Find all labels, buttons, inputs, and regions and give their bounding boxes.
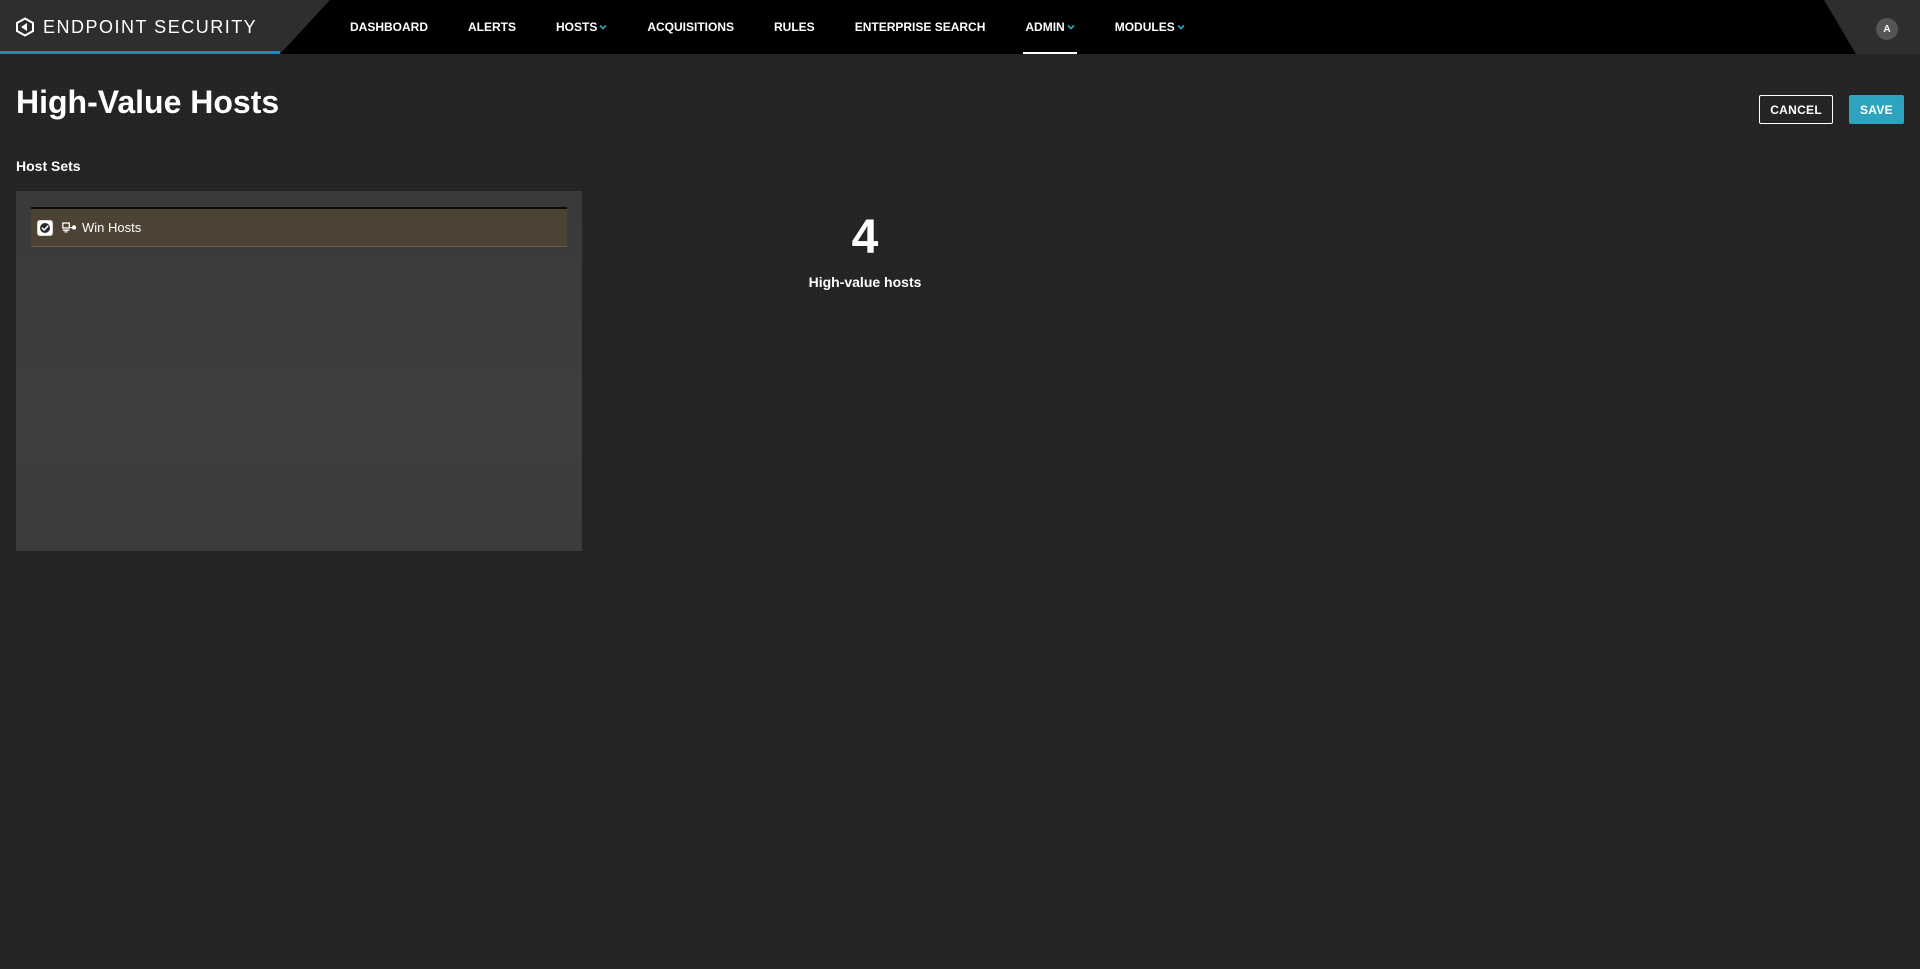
nav-item-modules[interactable]: MODULES: [1095, 0, 1205, 54]
nav-item-admin[interactable]: ADMIN: [1005, 0, 1094, 54]
host-set-label: Win Hosts: [82, 220, 142, 235]
nav-item-enterprise-search[interactable]: ENTERPRISE SEARCH: [835, 0, 1006, 54]
host-sets-panel: Win Hosts: [16, 191, 582, 551]
save-button[interactable]: SAVE: [1849, 95, 1904, 124]
list-item[interactable]: Win Hosts: [31, 207, 567, 247]
chevron-down-icon: [1177, 23, 1185, 31]
brand-title: ENDPOINT SECURITY: [43, 16, 258, 37]
page-title: High-Value Hosts: [16, 84, 280, 120]
avatar[interactable]: A: [1876, 18, 1898, 40]
nav-item-hosts[interactable]: HOSTS: [536, 0, 627, 54]
brand-logo[interactable]: ENDPOINT SECURITY: [15, 14, 257, 40]
cancel-button[interactable]: CANCEL: [1759, 95, 1833, 124]
host-set-icon: [62, 221, 78, 234]
nav-item-label: ADMIN: [1025, 20, 1065, 34]
nav-item-label: ACQUISITIONS: [647, 20, 735, 34]
nav-item-label: RULES: [774, 20, 815, 34]
host-sets-label: Host Sets: [16, 158, 81, 174]
host-set-checkbox[interactable]: [37, 219, 53, 236]
main-nav: DASHBOARD ALERTS HOSTS ACQUISITIONS RULE…: [330, 0, 1205, 54]
nav-item-label: HOSTS: [556, 20, 598, 34]
top-nav-bar: ENDPOINT SECURITY DASHBOARD ALERTS HOSTS…: [0, 0, 1920, 54]
chevron-down-icon: [1067, 23, 1075, 31]
stat-value: 4: [851, 211, 879, 264]
high-value-hosts-stat: 4 High-value hosts: [765, 208, 965, 290]
nav-item-label: ALERTS: [468, 20, 516, 34]
chevron-down-icon: [599, 23, 607, 31]
nav-item-alerts[interactable]: ALERTS: [448, 0, 536, 54]
user-block: A: [1824, 0, 1920, 54]
checkmark-icon: [40, 222, 50, 233]
page-actions: CANCEL SAVE: [1759, 95, 1904, 124]
nav-item-dashboard[interactable]: DASHBOARD: [330, 0, 448, 54]
stat-label: High-value hosts: [808, 274, 922, 290]
nav-item-rules[interactable]: RULES: [754, 0, 835, 54]
nav-item-label: MODULES: [1114, 20, 1175, 34]
nav-item-label: DASHBOARD: [350, 20, 428, 34]
nav-item-acquisitions[interactable]: ACQUISITIONS: [627, 0, 754, 54]
nav-item-label: ENTERPRISE SEARCH: [854, 20, 986, 34]
fireeye-logo-icon: [15, 17, 35, 37]
brand-underline: [0, 51, 280, 54]
